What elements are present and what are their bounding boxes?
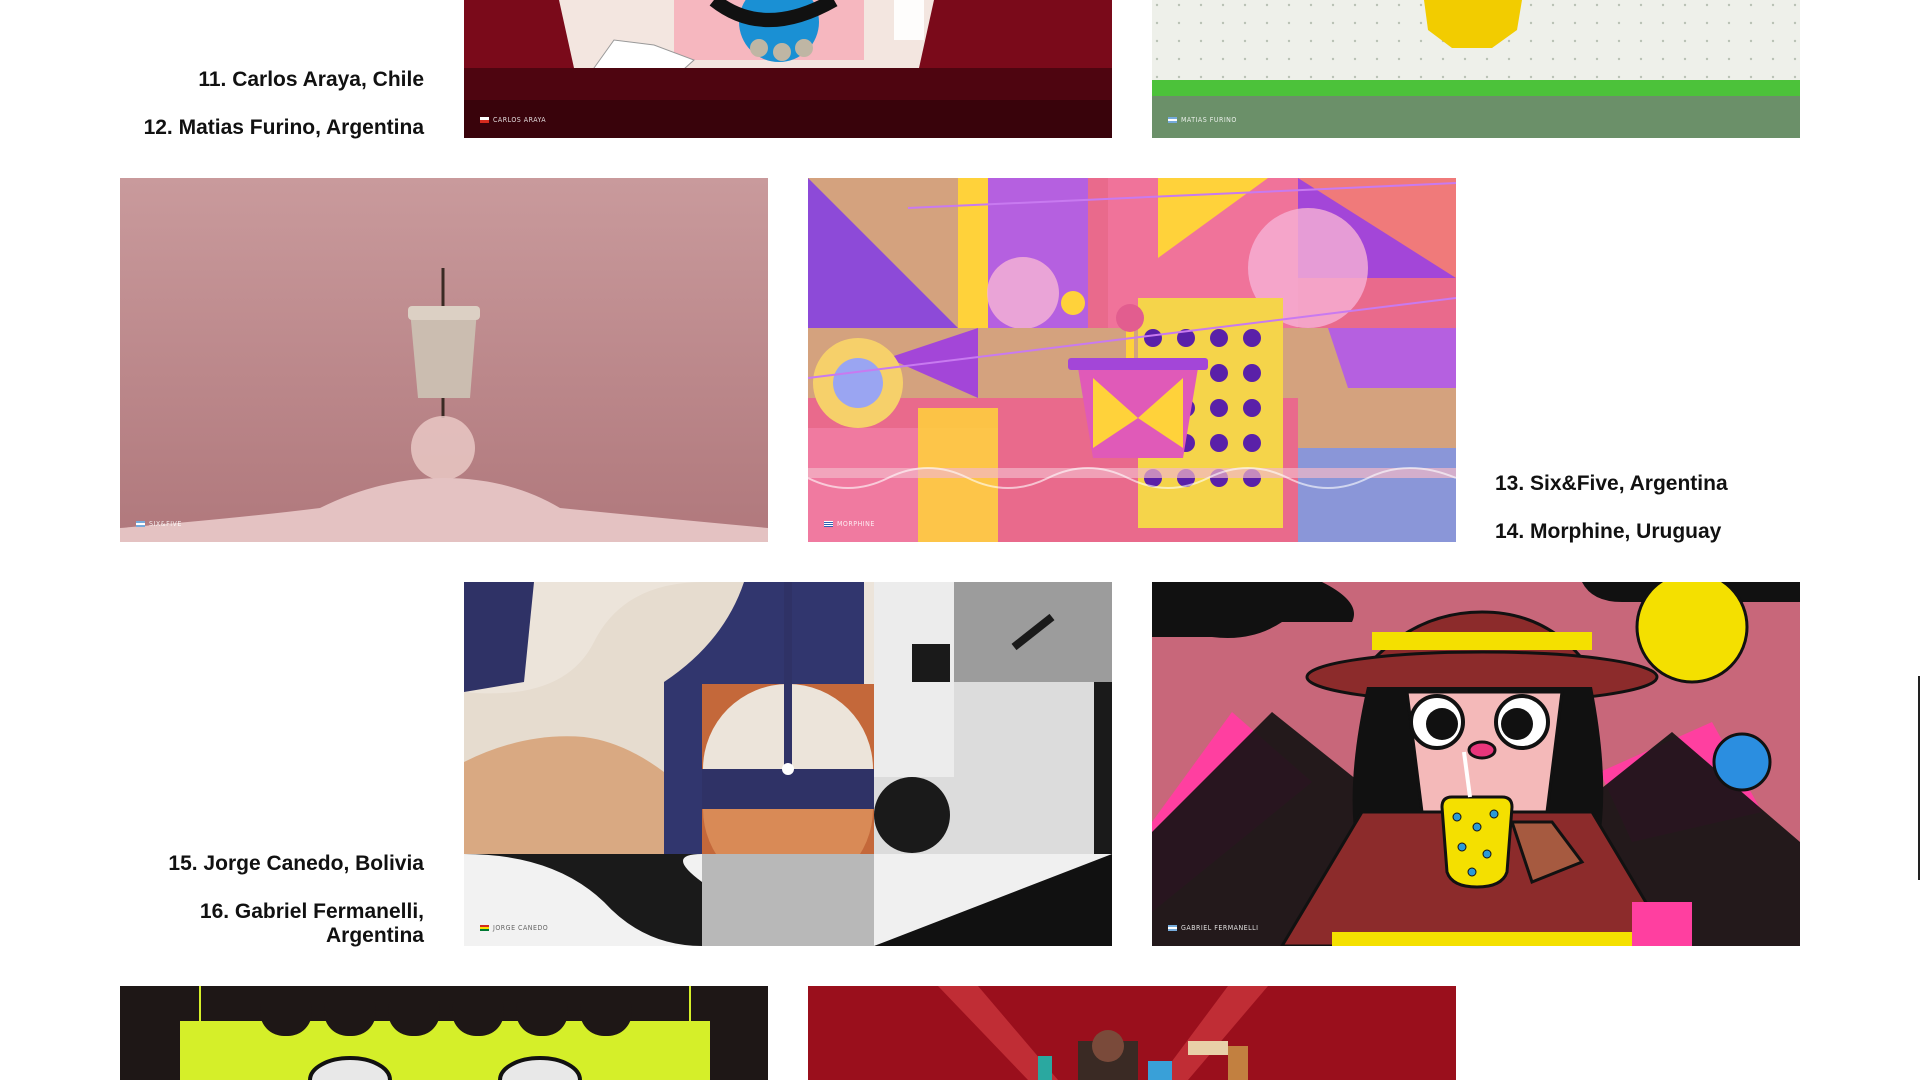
credit-matias-furino: MATIAS FURINO [1168, 116, 1237, 124]
credit-jorge-canedo: JORGE CANEDO [480, 924, 548, 932]
artwork-carlos-araya[interactable]: CARLOS ARAYA [464, 0, 1112, 138]
credit-text: SIX&FIVE [149, 520, 182, 528]
credit-text: JORGE CANEDO [493, 924, 549, 932]
artist-label-15: 15. Jorge Canedo, Bolivia [168, 852, 424, 875]
artist-label-12: 12. Matias Furino, Argentina [143, 116, 424, 139]
credit-text: MATIAS FURINO [1181, 116, 1237, 124]
artist-label-16-line1: 16. Gabriel Fermanelli, [199, 900, 424, 923]
artist-label-16-line2: Argentina [325, 924, 424, 948]
artwork-six-and-five[interactable]: SIX&FIVE [120, 178, 768, 542]
artist-label-14: 14. Morphine, Uruguay [1495, 520, 1722, 543]
credit-text: CARLOS ARAYA [493, 116, 547, 124]
chile-flag-icon [480, 117, 489, 123]
argentina-flag-icon [136, 521, 145, 527]
artwork-jorge-canedo[interactable]: JORGE CANEDO [464, 582, 1112, 946]
artwork-partial-1[interactable] [120, 986, 768, 1080]
artwork-gabriel-fermanelli[interactable]: GABRIEL FERMANELLI [1152, 582, 1800, 946]
credit-text: GABRIEL FERMANELLI [1181, 924, 1259, 932]
credit-carlos-araya: CARLOS ARAYA [480, 116, 546, 124]
artist-label-11: 11. Carlos Araya, Chile [198, 68, 424, 91]
uruguay-flag-icon [824, 521, 833, 527]
artwork-morphine[interactable]: MORPHINE [808, 178, 1456, 542]
artist-label-13: 13. Six&Five, Argentina [1495, 472, 1728, 495]
argentina-flag-icon [1168, 925, 1177, 931]
artwork-partial-2[interactable] [808, 986, 1456, 1080]
bolivia-flag-icon [480, 925, 489, 931]
artist-label-16: 16. Gabriel Fermanelli, Argentina [200, 900, 424, 948]
credit-morphine: MORPHINE [824, 520, 875, 528]
argentina-flag-icon [1168, 117, 1177, 123]
credit-six-and-five: SIX&FIVE [136, 520, 182, 528]
artwork-matias-furino[interactable]: MATIAS FURINO [1152, 0, 1800, 138]
credit-gabriel-fermanelli: GABRIEL FERMANELLI [1168, 924, 1259, 932]
credit-text: MORPHINE [837, 520, 875, 528]
